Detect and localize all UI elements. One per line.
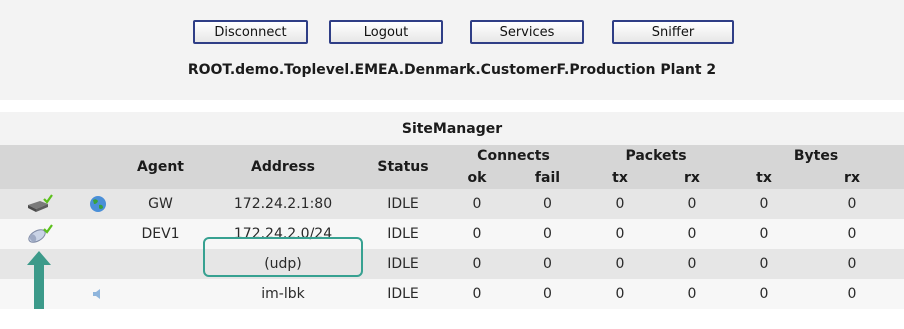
address-cell[interactable]: im-lbk [203,279,363,309]
connects-fail-header: fail [511,167,584,189]
icon2-col-header [78,145,118,189]
table-row[interactable]: GW 172.24.2.1:80 IDLE 0 0 0 0 0 0 [0,189,904,219]
connects-ok-cell: 0 [443,279,511,309]
device-status-cell [0,189,78,219]
globe-icon[interactable] [88,194,108,214]
agent-cell: DEV1 [118,219,203,249]
connects-fail-cell: 0 [511,249,584,279]
empty-cell [78,249,118,279]
icon-col-header [0,145,78,189]
top-panel: Disconnect Logout Services Sniffer ROOT.… [0,0,904,100]
packets-rx-header: rx [656,167,728,189]
packets-rx-cell: 0 [656,219,728,249]
packets-tx-cell: 0 [584,189,656,219]
status-cell: IDLE [363,189,443,219]
sitemanager-panel: SiteManager Agent Address Status Connect… [0,112,904,309]
bytes-rx-cell: 0 [800,219,904,249]
connects-ok-cell: 0 [443,189,511,219]
packets-rx-cell: 0 [656,189,728,219]
address-col-header: Address [203,145,363,189]
packets-tx-cell: 0 [584,249,656,279]
arrow-tail-cell [0,279,78,309]
speaker-icon [93,289,100,299]
table-row[interactable]: DEV1 172.24.2.0/24 IDLE 0 0 0 0 0 0 [0,219,904,249]
status-cell: IDLE [363,249,443,279]
address-cell[interactable]: (udp) [203,249,363,279]
address-cell[interactable]: 172.24.2.1:80 [203,189,363,219]
status-cell: IDLE [363,219,443,249]
sniffer-button[interactable]: Sniffer [612,20,734,44]
agent-cell: GW [118,189,203,219]
logout-button[interactable]: Logout [329,20,443,44]
device-status-cell [0,219,78,249]
packets-tx-cell: 0 [584,219,656,249]
status-col-header: Status [363,145,443,189]
device-check-icon [28,224,53,243]
agent-col-header: Agent [118,145,203,189]
agent-cell [118,279,203,309]
table-row[interactable]: im-lbk IDLE 0 0 0 0 0 0 [0,279,904,309]
table-title: SiteManager [0,112,904,145]
bytes-rx-cell: 0 [800,279,904,309]
sitemanager-table: SiteManager Agent Address Status Connect… [0,112,904,309]
connects-group-header: Connects [443,145,584,167]
bytes-tx-cell: 0 [728,219,800,249]
bytes-tx-header: tx [728,167,800,189]
packets-rx-cell: 0 [656,249,728,279]
address-cell[interactable]: 172.24.2.0/24 [203,219,363,249]
bytes-rx-header: rx [800,167,904,189]
connects-fail-cell: 0 [511,279,584,309]
disconnect-button[interactable]: Disconnect [193,20,308,44]
packets-tx-header: tx [584,167,656,189]
globe-cell [78,189,118,219]
bytes-rx-cell: 0 [800,189,904,219]
agent-cell [118,249,203,279]
status-cell: IDLE [363,279,443,309]
bytes-rx-cell: 0 [800,249,904,279]
arrow-shaft-icon [34,279,44,309]
up-arrow-icon [27,251,51,279]
breadcrumb: ROOT.demo.Toplevel.EMEA.Denmark.Customer… [187,62,717,78]
packets-group-header: Packets [584,145,728,167]
connects-ok-header: ok [443,167,511,189]
connects-fail-cell: 0 [511,189,584,219]
bytes-group-header: Bytes [728,145,904,167]
empty-cell [78,219,118,249]
services-button[interactable]: Services [470,20,584,44]
speaker-cell [78,279,118,309]
connects-ok-cell: 0 [443,249,511,279]
bytes-tx-cell: 0 [728,189,800,219]
gateway-check-icon [28,194,53,212]
connects-fail-cell: 0 [511,219,584,249]
table-row[interactable]: (udp) IDLE 0 0 0 0 0 0 [0,249,904,279]
packets-rx-cell: 0 [656,279,728,309]
bytes-tx-cell: 0 [728,249,800,279]
bytes-tx-cell: 0 [728,279,800,309]
connects-ok-cell: 0 [443,219,511,249]
packets-tx-cell: 0 [584,279,656,309]
arrow-cell [0,249,78,279]
